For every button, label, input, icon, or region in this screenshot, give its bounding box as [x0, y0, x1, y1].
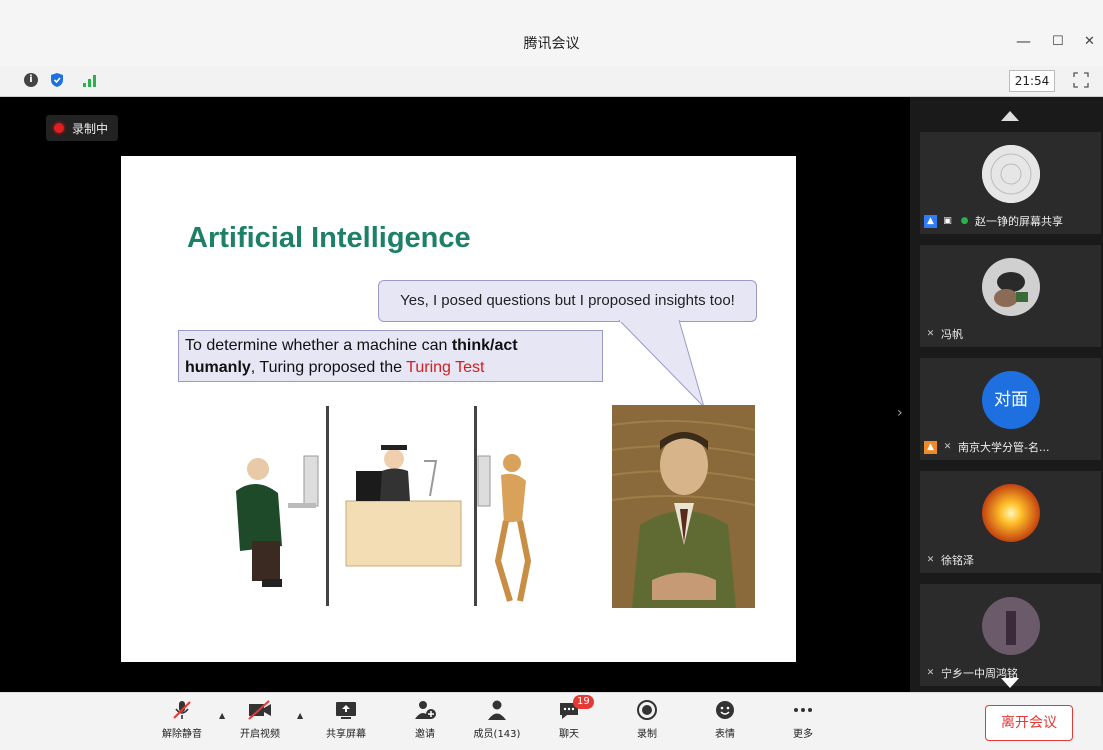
speech-bubble-tail	[618, 319, 705, 408]
avatar	[982, 145, 1040, 203]
info-bar: i 21:54	[0, 66, 1103, 97]
more-dots-icon	[794, 708, 812, 712]
participant-label: ✕ 徐铭泽	[920, 551, 974, 569]
participant-label: ▲ ▣ ● 赵一铮的屏幕共享	[920, 212, 1063, 230]
caption-bold-text-2: humanly	[185, 359, 251, 376]
mic-muted-icon: ✕	[926, 554, 935, 565]
participant-tile[interactable]: ✕ 冯帆	[920, 245, 1101, 347]
members-button[interactable]: 成员(143)	[467, 699, 527, 740]
participant-tile[interactable]: ▲ ▣ ● 赵一铮的屏幕共享	[920, 132, 1101, 234]
turing-test-caption: To determine whether a machine can think…	[178, 330, 603, 382]
chat-unread-badge: 19	[573, 695, 594, 709]
info-icon[interactable]: i	[24, 73, 38, 87]
record-button[interactable]: 录制	[617, 699, 677, 740]
presentation-slide: Artificial Intelligence Yes, I posed que…	[121, 156, 796, 662]
maximize-button[interactable]: ☐	[1052, 34, 1064, 49]
window-title: 腾讯会议	[523, 36, 580, 52]
screen-share-icon: ▣	[943, 215, 952, 226]
video-off-icon	[248, 700, 271, 720]
close-button[interactable]: ✕	[1084, 34, 1095, 49]
more-button[interactable]: 更多	[773, 699, 833, 740]
mic-muted-icon: ✕	[943, 441, 952, 452]
members-label: 成员(143)	[473, 729, 521, 740]
caption-bold-text: think/act	[451, 337, 518, 354]
shield-icon[interactable]	[50, 72, 64, 92]
participant-name: 徐铭泽	[941, 554, 974, 567]
participant-name: 南京大学分管-名...	[958, 441, 1050, 454]
recording-indicator: 录制中	[46, 115, 119, 141]
unmute-button[interactable]: 解除静音	[152, 699, 212, 740]
audio-options-chevron-icon[interactable]: ▲	[219, 711, 225, 720]
turing-test-highlight: Turing Test	[406, 359, 485, 376]
video-options-chevron-icon[interactable]: ▲	[297, 711, 303, 720]
invite-label: 邀请	[415, 729, 435, 740]
user-icon: ▲	[924, 440, 937, 454]
mic-muted-icon: ✕	[926, 667, 935, 678]
slide-title: Artificial Intelligence	[187, 222, 471, 254]
participant-tile[interactable]: ✕ 徐铭泽	[920, 471, 1101, 573]
more-label: 更多	[793, 729, 813, 740]
avatar	[982, 258, 1040, 316]
avatar	[982, 597, 1040, 655]
mic-on-icon: ●	[960, 215, 969, 226]
share-screen-button[interactable]: 共享屏幕	[316, 699, 376, 740]
participant-name: 冯帆	[941, 328, 963, 341]
record-icon	[637, 700, 657, 720]
participant-label: ✕ 冯帆	[920, 325, 963, 343]
participant-sidebar: ▲ ▣ ● 赵一铮的屏幕共享 ✕ 冯帆 对面 ▲ ✕ 南京大学分管-名... ✕…	[910, 97, 1103, 692]
meeting-clock: 21:54	[1009, 70, 1055, 92]
turing-speech-bubble: Yes, I posed questions but I proposed in…	[378, 280, 757, 322]
meeting-toolbar: 解除静音 ▲ 开启视频 ▲ 共享屏幕 邀请 成员(143) 聊天 19 录制 表…	[0, 692, 1103, 750]
participant-name: 赵一铮的屏幕共享	[975, 215, 1063, 228]
minimize-button[interactable]: —	[1016, 32, 1031, 50]
emoji-icon	[716, 701, 734, 719]
fullscreen-icon[interactable]	[1073, 72, 1089, 88]
chat-button[interactable]: 聊天 19	[539, 695, 599, 740]
scroll-up-icon[interactable]	[1001, 111, 1019, 121]
participant-label: ▲ ✕ 南京大学分管-名...	[920, 438, 1049, 456]
scroll-down-icon[interactable]	[1001, 678, 1019, 688]
reactions-label: 表情	[715, 729, 735, 740]
avatar-text: 对面	[994, 390, 1028, 410]
caption-text-2: , Turing proposed the	[250, 359, 407, 376]
alan-turing-portrait-image	[612, 405, 755, 608]
caption-text: To determine whether a machine can	[185, 337, 452, 354]
expand-sidebar-icon[interactable]: ›	[897, 405, 903, 421]
invite-button[interactable]: 邀请	[395, 699, 455, 740]
invite-user-icon	[415, 701, 436, 719]
share-screen-icon	[336, 702, 356, 719]
share-screen-label: 共享屏幕	[326, 729, 366, 740]
participant-tile[interactable]: ✕ 宁乡一中周鸿铭	[920, 584, 1101, 686]
signal-icon[interactable]	[82, 73, 98, 92]
avatar: 对面	[982, 371, 1040, 429]
avatar	[982, 484, 1040, 542]
turing-test-illustration	[236, 406, 532, 606]
recording-label: 录制中	[72, 121, 109, 136]
title-bar: 腾讯会议 — ☐ ✕	[0, 0, 1103, 67]
chat-label: 聊天	[559, 729, 579, 740]
mic-muted-icon: ✕	[926, 328, 935, 339]
host-icon: ▲	[924, 214, 937, 228]
mic-muted-icon	[173, 701, 191, 719]
shared-screen-stage: 录制中 Artificial Intelligence Yes, I posed…	[0, 97, 910, 692]
participant-tile[interactable]: 对面 ▲ ✕ 南京大学分管-名...	[920, 358, 1101, 460]
start-video-label: 开启视频	[240, 729, 280, 740]
record-label: 录制	[637, 729, 657, 740]
unmute-label: 解除静音	[162, 729, 202, 740]
leave-meeting-button[interactable]: 离开会议	[985, 705, 1073, 741]
start-video-button[interactable]: 开启视频	[230, 699, 290, 740]
recording-dot-icon	[54, 123, 64, 133]
reactions-button[interactable]: 表情	[695, 699, 755, 740]
members-icon	[488, 700, 506, 720]
